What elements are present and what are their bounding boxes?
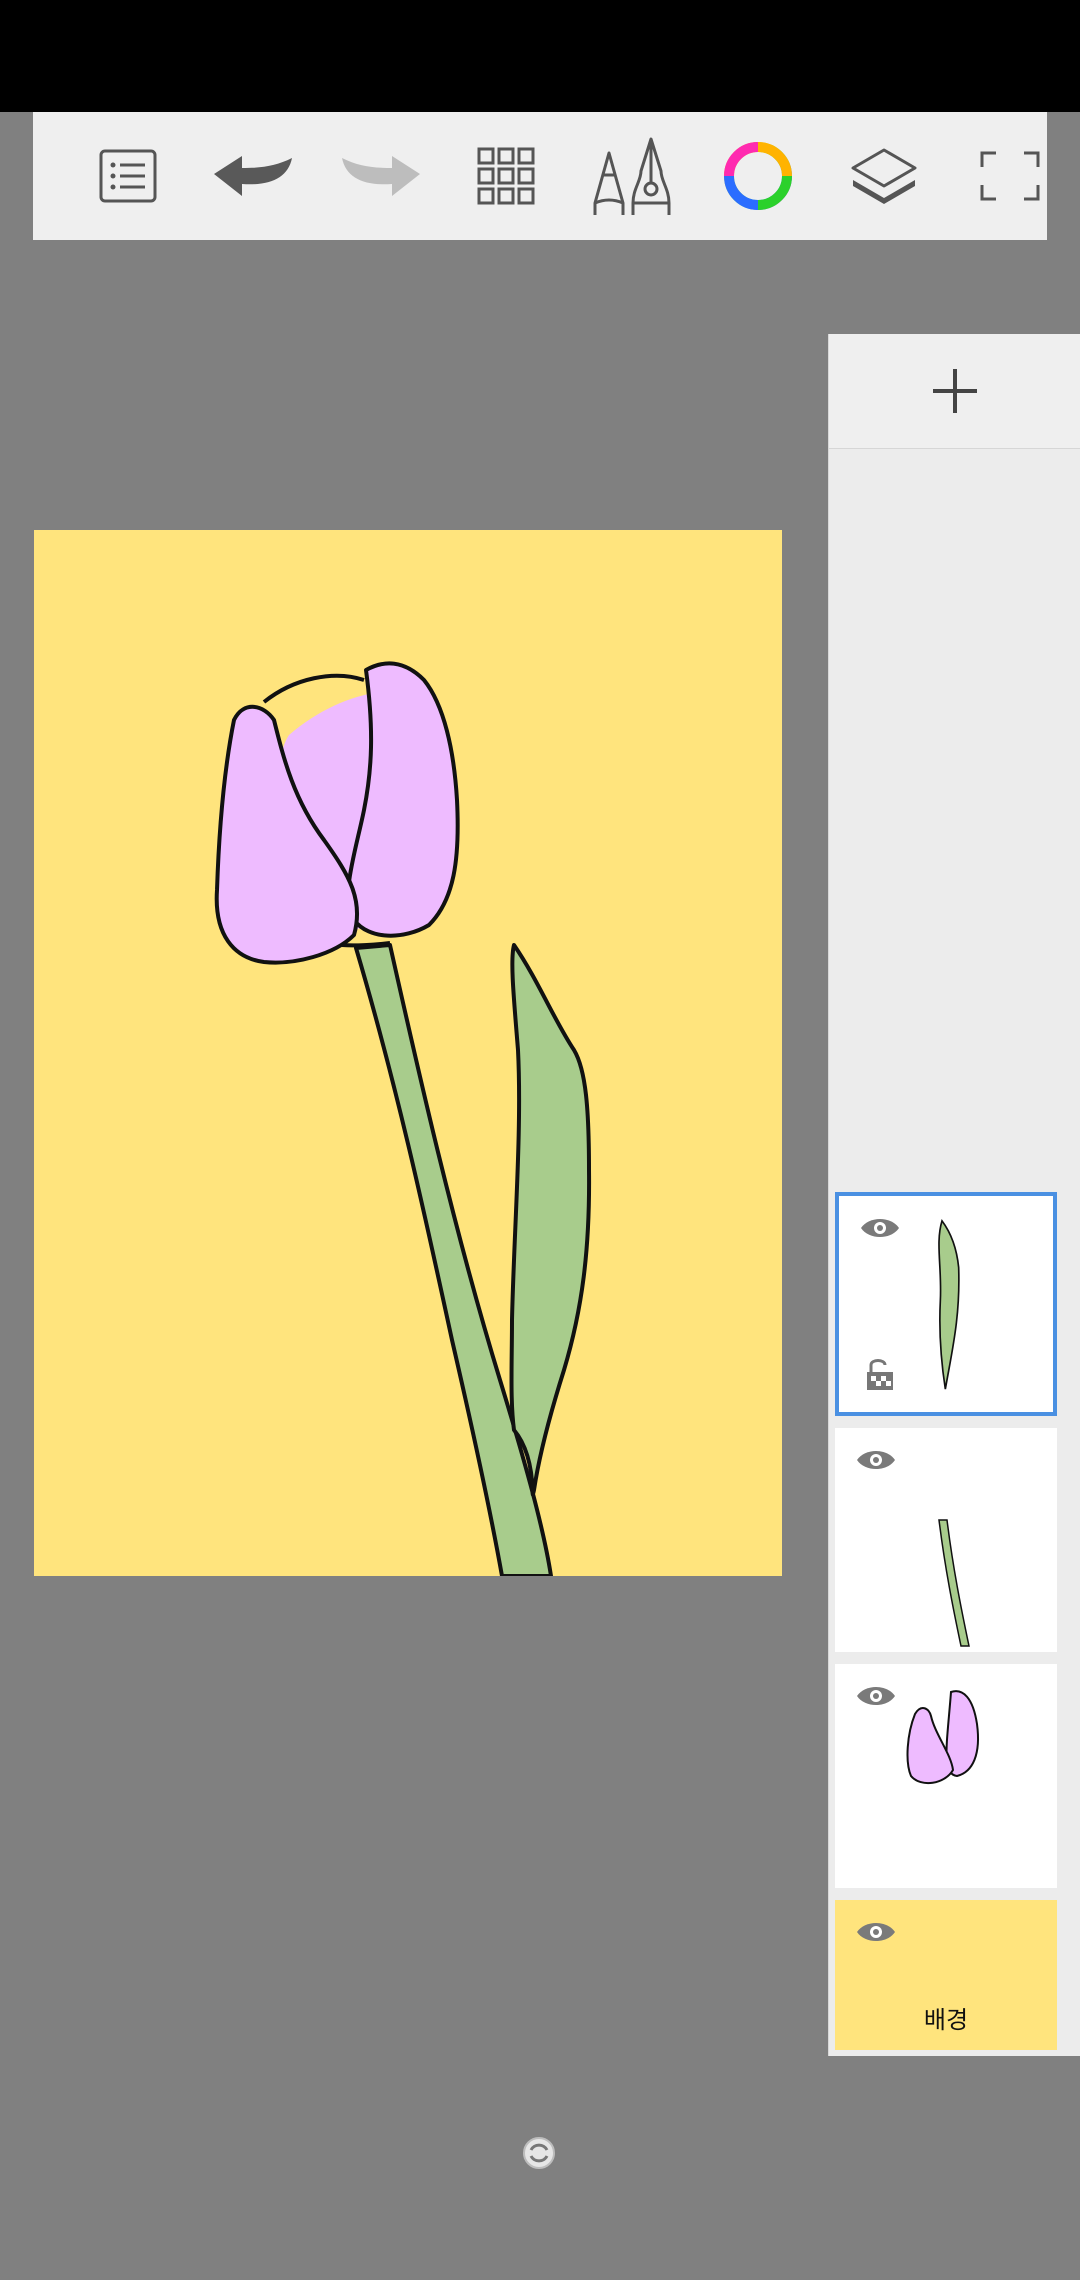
layers-icon [851, 148, 917, 204]
color-picker-button[interactable] [695, 112, 821, 240]
eye-icon[interactable] [855, 1446, 897, 1474]
layer-panel: 배경 [828, 334, 1080, 2056]
grid-button[interactable] [443, 112, 569, 240]
layer-item-background[interactable]: 배경 [835, 1900, 1057, 2050]
eye-icon[interactable] [855, 1682, 897, 1710]
toolbar [33, 112, 1047, 240]
brush-tools-icon [593, 137, 671, 215]
layer-thumb-leaf [938, 1219, 960, 1390]
drawing-canvas[interactable] [34, 530, 782, 1576]
layer-thumb-stem [938, 1519, 970, 1647]
plus-icon [933, 369, 977, 413]
add-layer-button[interactable] [829, 334, 1080, 449]
layers-button[interactable] [821, 112, 947, 240]
layer-item-flower[interactable] [835, 1664, 1057, 1888]
undo-icon [214, 156, 292, 196]
eye-icon[interactable] [859, 1214, 901, 1242]
layer-name: 배경 [923, 2006, 969, 2034]
layer-thumb-flower [906, 1690, 979, 1785]
brush-tools-button[interactable] [569, 112, 695, 240]
layer-item-stem[interactable] [835, 1428, 1057, 1652]
rotate-reset-icon[interactable] [522, 2136, 556, 2170]
eye-icon[interactable] [855, 1918, 897, 1946]
leaf [509, 943, 592, 1497]
undo-button[interactable] [191, 112, 317, 240]
color-wheel-icon [724, 142, 792, 210]
grid-icon [477, 147, 535, 205]
menu-list-button[interactable] [65, 112, 191, 240]
fullscreen-button[interactable] [947, 112, 1073, 240]
tulip-drawing [214, 661, 592, 1576]
status-bar [0, 0, 1080, 112]
menu-list-icon [99, 149, 157, 203]
layer-item-leaf[interactable] [835, 1192, 1057, 1416]
lock-open-icon[interactable] [865, 1356, 895, 1392]
redo-button[interactable] [317, 112, 443, 240]
fullscreen-icon [980, 151, 1040, 201]
redo-icon [342, 156, 420, 196]
